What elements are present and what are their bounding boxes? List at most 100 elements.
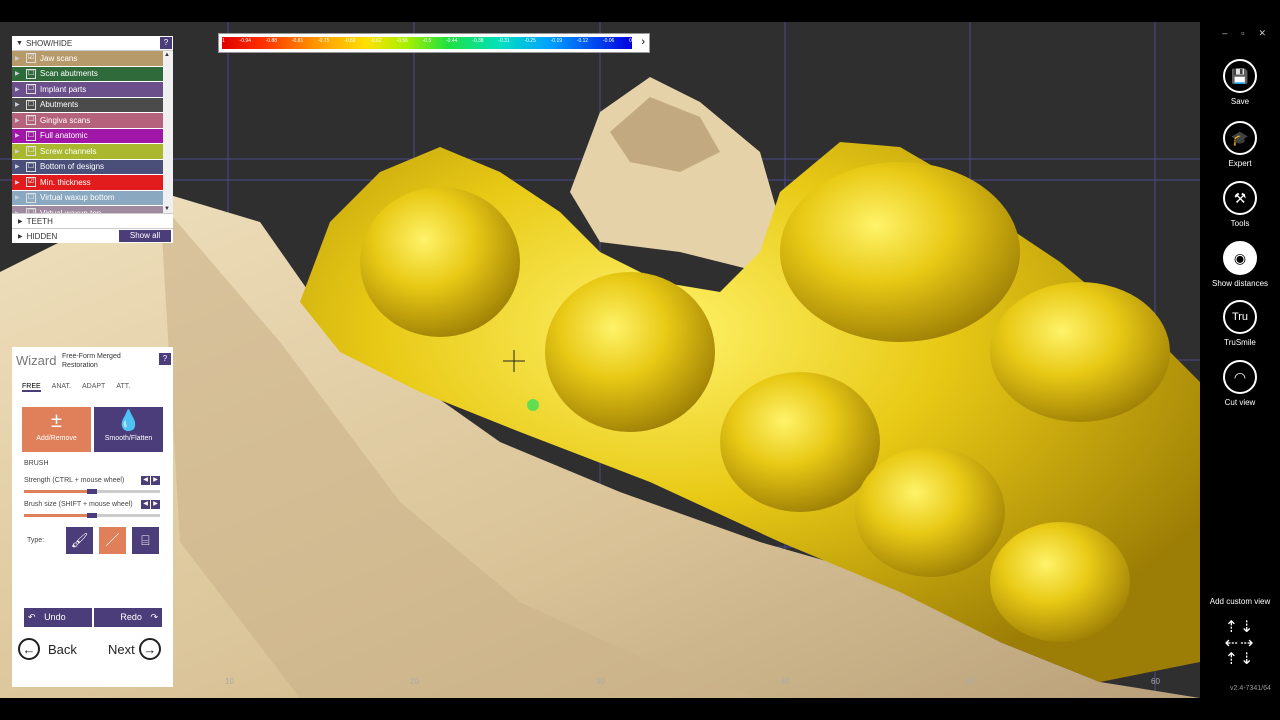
checkbox[interactable]: ☐ (26, 192, 36, 203)
strength-label: Strength (CTRL + mouse wheel) (24, 477, 125, 484)
show-hide-panel: ▼ SHOW/HIDE ? ▶ ☑ Jaw scans ▶ ☐ Scan abutment… (12, 36, 173, 243)
add-custom-view-button[interactable]: Add custom view (1205, 597, 1275, 606)
expert-label: Expert (1228, 159, 1252, 168)
show-hide-item[interactable]: ▶ ☐ Gingiva scans (12, 113, 163, 129)
scale-tick-label: -0.69 (344, 38, 356, 44)
redo-label: Redo (120, 612, 142, 622)
expand-icon[interactable]: ▶ (15, 86, 23, 93)
expand-icon[interactable]: ▶ (15, 55, 23, 62)
smooth-flatten-button[interactable]: 💧 Smooth/Flatten (94, 407, 163, 452)
brush-size-slider-handle[interactable] (87, 513, 97, 518)
expand-icon[interactable]: ▶ (15, 132, 23, 139)
add-remove-button[interactable]: ± Add/Remove (22, 407, 91, 452)
show-hide-item[interactable]: ▶ ☐ Screw channels (12, 144, 163, 160)
show-hide-item[interactable]: ▶☐Virtual waxup top (12, 206, 163, 213)
scale-tick-label: -0.06 (602, 38, 615, 44)
view-direction-controls[interactable]: ⇡⇣ ⇠⇢ ⇡⇣ (1218, 620, 1262, 668)
view-top-bottom-icon[interactable]: ⇡⇣ (1218, 620, 1262, 636)
axis-number: 40 (781, 677, 790, 686)
save-button[interactable]: 💾 Save (1211, 59, 1269, 106)
checkbox[interactable]: ☐ (26, 99, 36, 110)
restore-icon[interactable]: ▫ (1241, 28, 1244, 39)
strength-slider[interactable] (24, 489, 160, 494)
cut-view-button[interactable]: ◠ Cut view (1211, 360, 1269, 407)
show-hide-item[interactable]: ▶ ☐ Virtual waxup bottom (12, 190, 163, 206)
checkbox[interactable]: ☐ (26, 115, 36, 126)
expand-icon[interactable]: ▶ (15, 148, 23, 155)
tab-adapt[interactable]: ADAPT (82, 383, 105, 392)
checkbox[interactable]: ☐ (26, 130, 36, 141)
wizard-title: Wizard (16, 353, 57, 368)
show-hide-item[interactable]: ▶ ☐ Full anatomic (12, 128, 163, 144)
trusmile-icon: Tru (1223, 300, 1257, 334)
checkbox[interactable]: ☐ (26, 146, 36, 157)
next-button[interactable]: Next → (108, 638, 161, 660)
tab-anat[interactable]: ANAT. (52, 383, 71, 392)
checkbox[interactable]: ☐ (26, 84, 36, 95)
show-hide-item[interactable]: ▶ ☑ Jaw scans (12, 51, 163, 67)
expand-icon[interactable]: ▶ (15, 117, 23, 124)
dental-scene[interactable] (0, 22, 1200, 698)
brush-type-cylinder-button[interactable]: ⌸ (132, 527, 159, 554)
thickness-color-scale: 1 -0.94 -0.88 -0.81 -0.75 -0.69 -0.62 -0.56 -0.5… (218, 33, 650, 53)
show-hide-item[interactable]: ▶ ☐ Abutments (12, 97, 163, 113)
brush-size-slider[interactable] (24, 513, 160, 518)
view-left-right-icon[interactable]: ⇠⇢ (1218, 636, 1262, 652)
show-distances-button[interactable]: ◉ Show distances (1211, 241, 1269, 288)
expand-icon[interactable]: ▶ (15, 101, 23, 108)
tab-free[interactable]: FREE (22, 383, 41, 392)
wizard-help-button[interactable]: ? (159, 353, 171, 365)
scrollbar[interactable]: ▲ ▼ (163, 51, 173, 213)
checkbox[interactable]: ☐ (26, 68, 36, 79)
scroll-down-icon[interactable]: ▼ (164, 206, 170, 212)
back-button[interactable]: ← Back (18, 638, 77, 660)
tab-att[interactable]: ATT. (116, 383, 130, 392)
top-bar (0, 0, 1280, 22)
strength-decrease-icon[interactable]: ◀ (141, 476, 150, 485)
show-hide-help-button[interactable]: ? (160, 37, 172, 49)
scroll-up-icon[interactable]: ▲ (164, 52, 170, 58)
expert-button[interactable]: 🎓 Expert (1211, 121, 1269, 168)
brush-type-paint-button[interactable]: 🖌 (66, 527, 93, 554)
trusmile-button[interactable]: Tru TruSmile (1211, 300, 1269, 347)
show-hide-item[interactable]: ▶ ☐ Scan abutments (12, 66, 163, 82)
brush-icon: ／ (105, 532, 120, 548)
checkbox[interactable]: ☐ (26, 161, 36, 172)
scale-tick-label: -0.12 (576, 38, 589, 44)
expand-icon[interactable]: ▶ (15, 179, 23, 186)
crosshair-cursor (503, 350, 525, 372)
show-hide-item[interactable]: ▶ ☐ Bottom of designs (12, 159, 163, 175)
teeth-row[interactable]: ▶ TEETH (12, 213, 173, 228)
view-front-back-icon[interactable]: ⇡⇣ (1218, 652, 1262, 668)
checkbox[interactable]: ☑ (26, 177, 36, 188)
arrow-right-icon: → (138, 638, 161, 660)
3d-viewport[interactable] (0, 22, 1200, 698)
hidden-row[interactable]: ▶ HIDDEN Show all (12, 228, 173, 243)
show-hide-header[interactable]: ▼ SHOW/HIDE ? (12, 36, 173, 51)
brush-size-decrease-icon[interactable]: ◀ (141, 500, 150, 509)
strength-slider-handle[interactable] (87, 489, 97, 494)
expand-icon[interactable]: ▶ (15, 194, 23, 201)
minimize-icon[interactable]: – (1222, 28, 1227, 39)
scale-tick-label: -0.56 (396, 38, 408, 44)
scale-expand-icon[interactable]: › (641, 36, 645, 48)
show-hide-item[interactable]: ▶ ☐ Implant parts (12, 82, 163, 98)
item-label: Screw channels (40, 146, 97, 156)
show-all-button[interactable]: Show all (119, 230, 171, 242)
add-remove-label: Add/Remove (36, 435, 77, 442)
item-label: Jaw scans (40, 53, 78, 63)
scale-tick-label: 1 (222, 38, 225, 44)
redo-button[interactable]: Redo ↷ (94, 608, 162, 627)
tools-button[interactable]: ⚒ Tools (1211, 181, 1269, 228)
strength-increase-icon[interactable]: ▶ (151, 476, 160, 485)
wizard-panel: Wizard Free-Form Merged Restoration ? FR… (12, 347, 173, 687)
brush-type-brush-button[interactable]: ／ (99, 527, 126, 554)
expand-icon[interactable]: ▶ (15, 70, 23, 77)
expand-icon[interactable]: ▶ (15, 163, 23, 170)
checkbox[interactable]: ☑ (26, 53, 36, 64)
brush-size-increase-icon[interactable]: ▶ (151, 500, 160, 509)
undo-button[interactable]: ↶ Undo (24, 608, 92, 627)
close-icon[interactable]: ✕ (1258, 28, 1266, 39)
show-hide-item[interactable]: ▶ ☑ Min. thickness (12, 175, 163, 191)
smooth-flatten-label: Smooth/Flatten (104, 435, 153, 442)
